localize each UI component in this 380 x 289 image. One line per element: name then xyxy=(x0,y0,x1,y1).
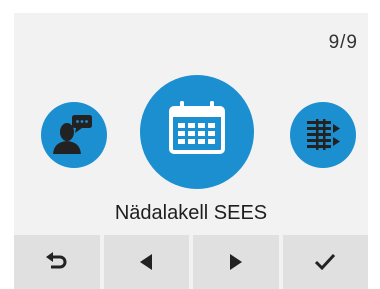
menu-item-voice-messages[interactable] xyxy=(41,102,107,168)
back-button[interactable] xyxy=(14,235,100,289)
menu-item-weekly-timer[interactable] xyxy=(140,75,254,189)
person-speech-icon xyxy=(53,115,92,154)
menu-item-schedule-list[interactable] xyxy=(290,102,356,168)
page-indicator: 9/9 xyxy=(328,32,358,53)
selected-mode-label: Nädalakell SEES xyxy=(114,202,268,224)
schedule-list-icon xyxy=(307,119,340,150)
confirm-button[interactable] xyxy=(282,235,368,289)
back-arrow-icon xyxy=(45,252,67,269)
previous-button[interactable] xyxy=(103,235,189,289)
device-screen: 9/9 Nädalakell SEES xyxy=(14,13,368,289)
triangle-right-icon xyxy=(229,254,242,270)
navigation-bar xyxy=(14,235,368,289)
triangle-left-icon xyxy=(140,254,153,270)
calendar-icon xyxy=(169,101,225,154)
checkmark-icon xyxy=(315,253,336,271)
next-button[interactable] xyxy=(193,235,279,289)
